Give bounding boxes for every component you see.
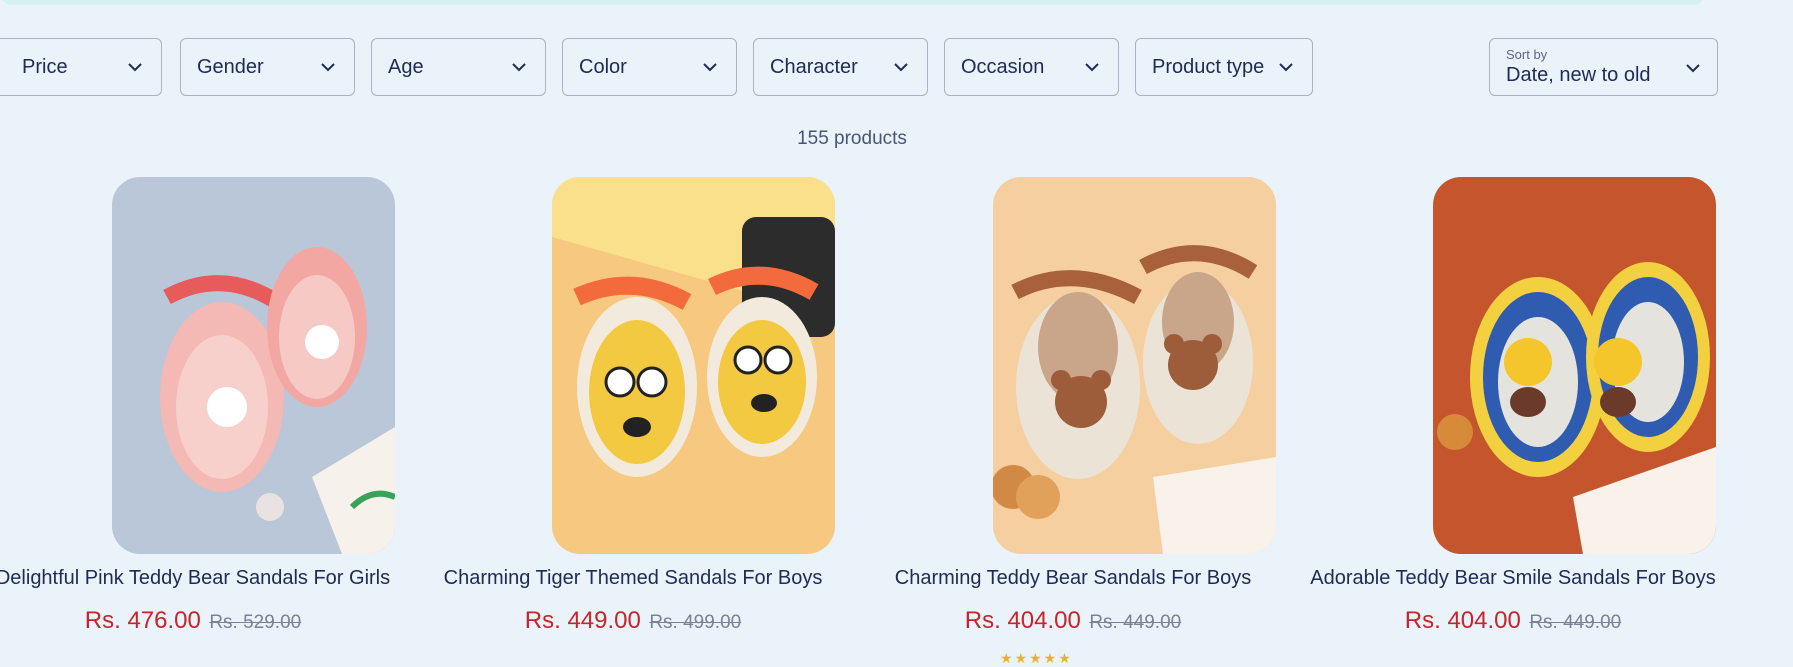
filter-label: Gender — [197, 55, 264, 78]
chevron-down-icon — [1084, 58, 1102, 76]
filter-label: Character — [770, 55, 858, 78]
filter-character[interactable]: Character — [753, 38, 928, 96]
sale-price: Rs. 404.00 — [1404, 607, 1521, 634]
sale-price: Rs. 476.00 — [84, 607, 201, 634]
sort-label: Sort by — [1506, 47, 1548, 62]
filter-label: Age — [388, 55, 424, 78]
chevron-down-icon — [511, 58, 529, 76]
compare-price: Rs. 529.00 — [209, 612, 302, 633]
product-price: Rs. 404.00 Rs. 449.00 — [853, 607, 1293, 635]
filter-label: Price — [22, 55, 68, 78]
chevron-down-icon — [893, 58, 911, 76]
filter-label: Product type — [1152, 55, 1265, 78]
filter-color[interactable]: Color — [562, 38, 737, 96]
chevron-down-icon — [1278, 58, 1296, 76]
chevron-down-icon — [702, 58, 720, 76]
product-price: Rs. 476.00 Rs. 529.00 — [0, 607, 413, 635]
product-image[interactable] — [552, 177, 835, 554]
chevron-down-icon — [127, 58, 145, 76]
product-title[interactable]: Adorable Teddy Bear Smile Sandals For Bo… — [1293, 567, 1733, 590]
filter-product-type[interactable]: Product type — [1135, 38, 1313, 96]
sort-select[interactable]: Sort by Date, new to old — [1489, 38, 1718, 96]
product-title[interactable]: Charming Teddy Bear Sandals For Boys — [853, 567, 1293, 590]
compare-price: Rs. 499.00 — [649, 612, 742, 633]
announcement-bar-edge — [0, 0, 1705, 5]
product-price: Rs. 449.00 Rs. 499.00 — [413, 607, 853, 635]
product-image[interactable] — [1433, 177, 1716, 554]
filter-age[interactable]: Age — [371, 38, 546, 96]
chevron-down-icon — [320, 58, 338, 76]
filter-occasion[interactable]: Occasion — [944, 38, 1119, 96]
sort-value: Date, new to old — [1506, 64, 1651, 86]
filter-label: Color — [579, 55, 627, 78]
compare-price: Rs. 449.00 — [1089, 612, 1182, 633]
sale-price: Rs. 404.00 — [964, 607, 1081, 634]
filter-gender[interactable]: Gender — [180, 38, 355, 96]
product-title[interactable]: Delightful Pink Teddy Bear Sandals For G… — [0, 567, 413, 590]
product-image[interactable] — [112, 177, 395, 554]
product-title[interactable]: Charming Tiger Themed Sandals For Boys — [413, 567, 853, 590]
compare-price: Rs. 449.00 — [1529, 612, 1622, 633]
product-price: Rs. 404.00 Rs. 449.00 — [1293, 607, 1733, 635]
product-image[interactable] — [993, 177, 1276, 554]
product-count: 155 products — [797, 128, 907, 149]
filter-label: Occasion — [961, 55, 1045, 78]
sale-price: Rs. 449.00 — [524, 607, 641, 634]
filter-price[interactable]: Price — [0, 38, 162, 96]
chevron-down-icon — [1685, 59, 1703, 77]
